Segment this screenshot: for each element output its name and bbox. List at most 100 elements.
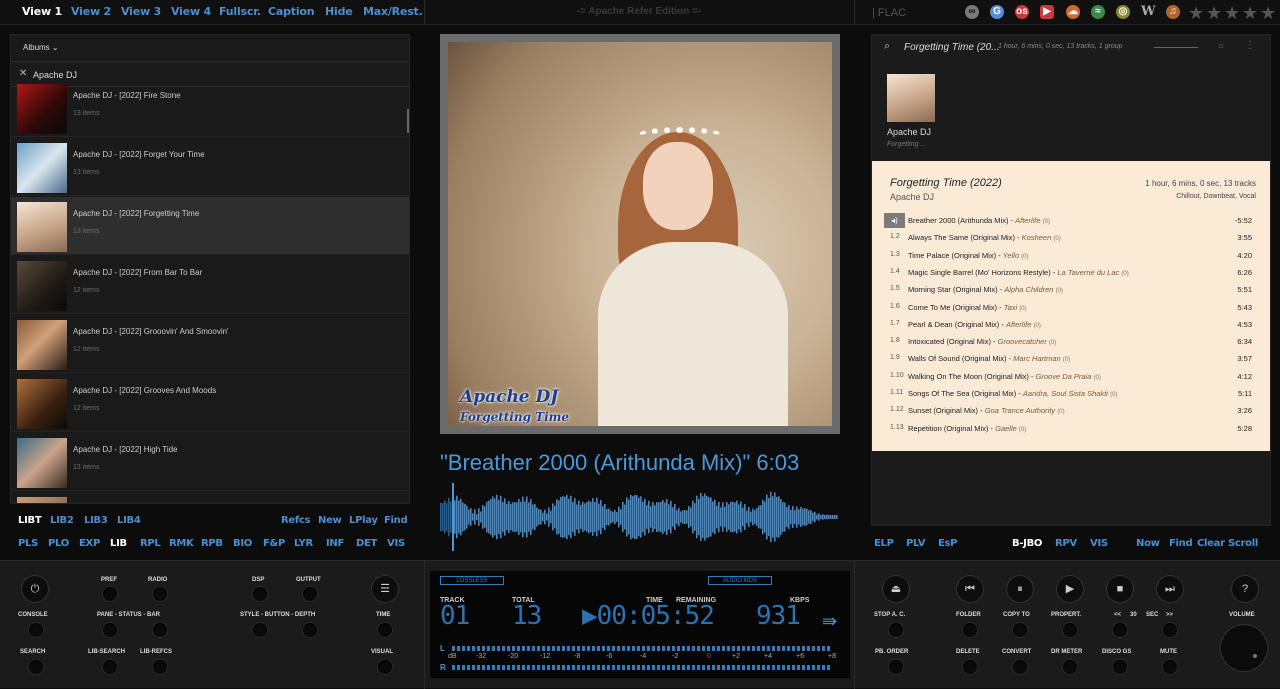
bjbo-button[interactable]: B-JBO [1012,538,1042,549]
mute-knob[interactable] [1163,660,1177,674]
soundcloud-icon[interactable]: ☁ [1066,5,1080,19]
more-options-icon[interactable]: ⋮ [1245,40,1255,51]
copy-to-knob[interactable] [1013,623,1027,637]
album-item[interactable]: Apache DJ - [2022] From Bar To Bar 12 it… [11,256,409,314]
lastfm-red-icon[interactable]: os [1015,5,1029,19]
elp-button[interactable]: ELP [874,538,894,549]
album-item[interactable]: Apache DJ - [2022] Fire Stone 13 items [11,79,409,137]
pb-order-knob[interactable] [889,660,903,674]
stop-button[interactable]: ■ [1107,576,1133,602]
circle-icon[interactable]: ○ [1218,41,1224,52]
waveform[interactable] [440,483,840,551]
album-item[interactable]: Apache DJ - [2022] Grooves And Moods 12 … [11,374,409,432]
seek-back-label[interactable]: << [1114,612,1121,618]
dsp-knob[interactable] [253,587,267,601]
track-row[interactable]: 1.5 Morning Star (Original Mix) - Alpha C… [884,282,1258,298]
delete-knob[interactable] [963,660,977,674]
seek-back-knob[interactable] [1113,623,1127,637]
scroll-button[interactable]: Scroll [1228,538,1258,549]
find-right-button[interactable]: Find [1169,538,1193,549]
fullscreen-button[interactable]: Fullscr. [219,5,261,18]
radio-knob[interactable] [153,587,167,601]
lib4-button[interactable]: LIB4 [117,515,141,526]
discogs-icon[interactable]: ◎ [1116,5,1130,19]
track-row[interactable]: 1.12 Sunset (Original Mix) - Goa Trance A… [884,403,1258,419]
visual-knob[interactable] [378,660,392,674]
esp-button[interactable]: EsP [938,538,958,549]
disco-gs-knob[interactable] [1113,660,1127,674]
caption-button[interactable]: Caption [268,5,315,18]
rating-star-icon[interactable]: ★ [1224,3,1240,24]
stop-ac-knob[interactable] [889,623,903,637]
pane-knob[interactable] [103,623,117,637]
det-button[interactable]: DET [356,538,377,549]
fp-button[interactable]: F&P [263,538,285,549]
power-button[interactable]: ⏻ [22,576,48,602]
max-restore-button[interactable]: Max/Rest. [363,5,423,18]
album-item-selected[interactable]: Apache DJ - [2022] Forgetting Time 13 it… [11,197,409,255]
dr-meter-knob[interactable] [1063,660,1077,674]
track-row[interactable]: 1.4 Magic Single Barrel (Mo' Horizons Res… [884,265,1258,281]
exp-button[interactable]: EXP [79,538,100,549]
convert-knob[interactable] [1013,660,1027,674]
view-3-button[interactable]: View 3 [121,5,161,18]
seek-forward-label[interactable]: >> [1166,612,1173,618]
search-icon[interactable]: ⌕ [884,40,890,53]
pref-knob[interactable] [103,587,117,601]
track-row[interactable]: 1.2 Always The Same (Original Mix) - Kosh… [884,230,1258,246]
rating-star-icon[interactable]: ★ [1206,3,1222,24]
lib-refcs-knob[interactable] [153,660,167,674]
track-row[interactable]: 1.7 Pearl & Dean (Original Mix) - Afterli… [884,317,1258,333]
track-row-playing[interactable]: ◂) Breather 2000 (Arithunda Mix) - Afterl… [884,213,1258,229]
seek-forward-knob[interactable] [1163,623,1177,637]
track-row[interactable]: 1.13 Repetition (Original Mix) - Gaelle (… [884,421,1258,437]
lplay-button[interactable]: LPlay [349,515,378,526]
volume-knob[interactable] [1221,625,1267,671]
play-button[interactable]: ▶ [1057,576,1083,602]
playlist-slider[interactable] [1154,47,1198,48]
help-button[interactable]: ? [1232,576,1258,602]
track-row[interactable]: 1.6 Come To Me (Original Mix) - Taxi (0) 5… [884,300,1258,316]
lib-search-knob[interactable] [103,660,117,674]
waveform-playhead[interactable] [452,483,454,551]
bio-button[interactable]: BIO [233,538,252,549]
folder-knob[interactable] [963,623,977,637]
view-2-button[interactable]: View 2 [71,5,111,18]
album-art[interactable]: Apache DJ Forgetting Time [448,42,832,426]
album-item[interactable] [11,492,409,503]
track-row[interactable]: 1.10 Walking On The Moon (Original Mix) -… [884,369,1258,385]
musicbrainz-icon[interactable]: ♫ [1166,5,1180,19]
clear-button[interactable]: Clear [1197,538,1225,549]
refcs-button[interactable]: Refcs [281,515,311,526]
vis-right-button[interactable]: VIS [1090,538,1108,549]
album-item[interactable]: Apache DJ - [2022] High Tide 13 items [11,433,409,491]
rating-star-icon[interactable]: ★ [1242,3,1258,24]
find-button[interactable]: Find [384,515,408,526]
view-1-button[interactable]: View 1 [22,5,62,18]
inf-button[interactable]: INF [326,538,344,549]
eject-button[interactable]: ⏏ [883,576,909,602]
plo-button[interactable]: PLO [48,538,69,549]
rpv-button[interactable]: RPV [1055,538,1077,549]
lib3-button[interactable]: LIB3 [84,515,108,526]
lib-button[interactable]: LIB [110,538,127,549]
clear-filter-icon[interactable]: ✕ [19,68,27,79]
lyr-button[interactable]: LYR [294,538,313,549]
lib2-button[interactable]: LIB2 [50,515,74,526]
wikipedia-icon[interactable]: W [1141,5,1156,19]
previous-button[interactable]: ⏮ [957,576,983,602]
playlist-album-thumbnail[interactable] [887,74,935,122]
track-row[interactable]: 1.11 Songs Of The Sea (Original Mix) - Aa… [884,386,1258,402]
vis-button[interactable]: VIS [387,538,405,549]
new-button[interactable]: New [318,515,342,526]
youtube-icon[interactable]: ▶ [1040,5,1054,19]
rating-star-icon[interactable]: ★ [1260,3,1276,24]
menu-button[interactable]: ☰ [372,576,398,602]
pause-button[interactable]: ⏸ [1007,576,1033,602]
time-knob[interactable] [378,623,392,637]
status-bar-knob[interactable] [153,623,167,637]
now-button[interactable]: Now [1136,538,1160,549]
output-knob[interactable] [303,587,317,601]
track-row[interactable]: 1.3 Time Palace (Original Mix) - Yello (0… [884,248,1258,264]
track-row[interactable]: 1.9 Walls Of Sound (Original Mix) - Marc … [884,351,1258,367]
